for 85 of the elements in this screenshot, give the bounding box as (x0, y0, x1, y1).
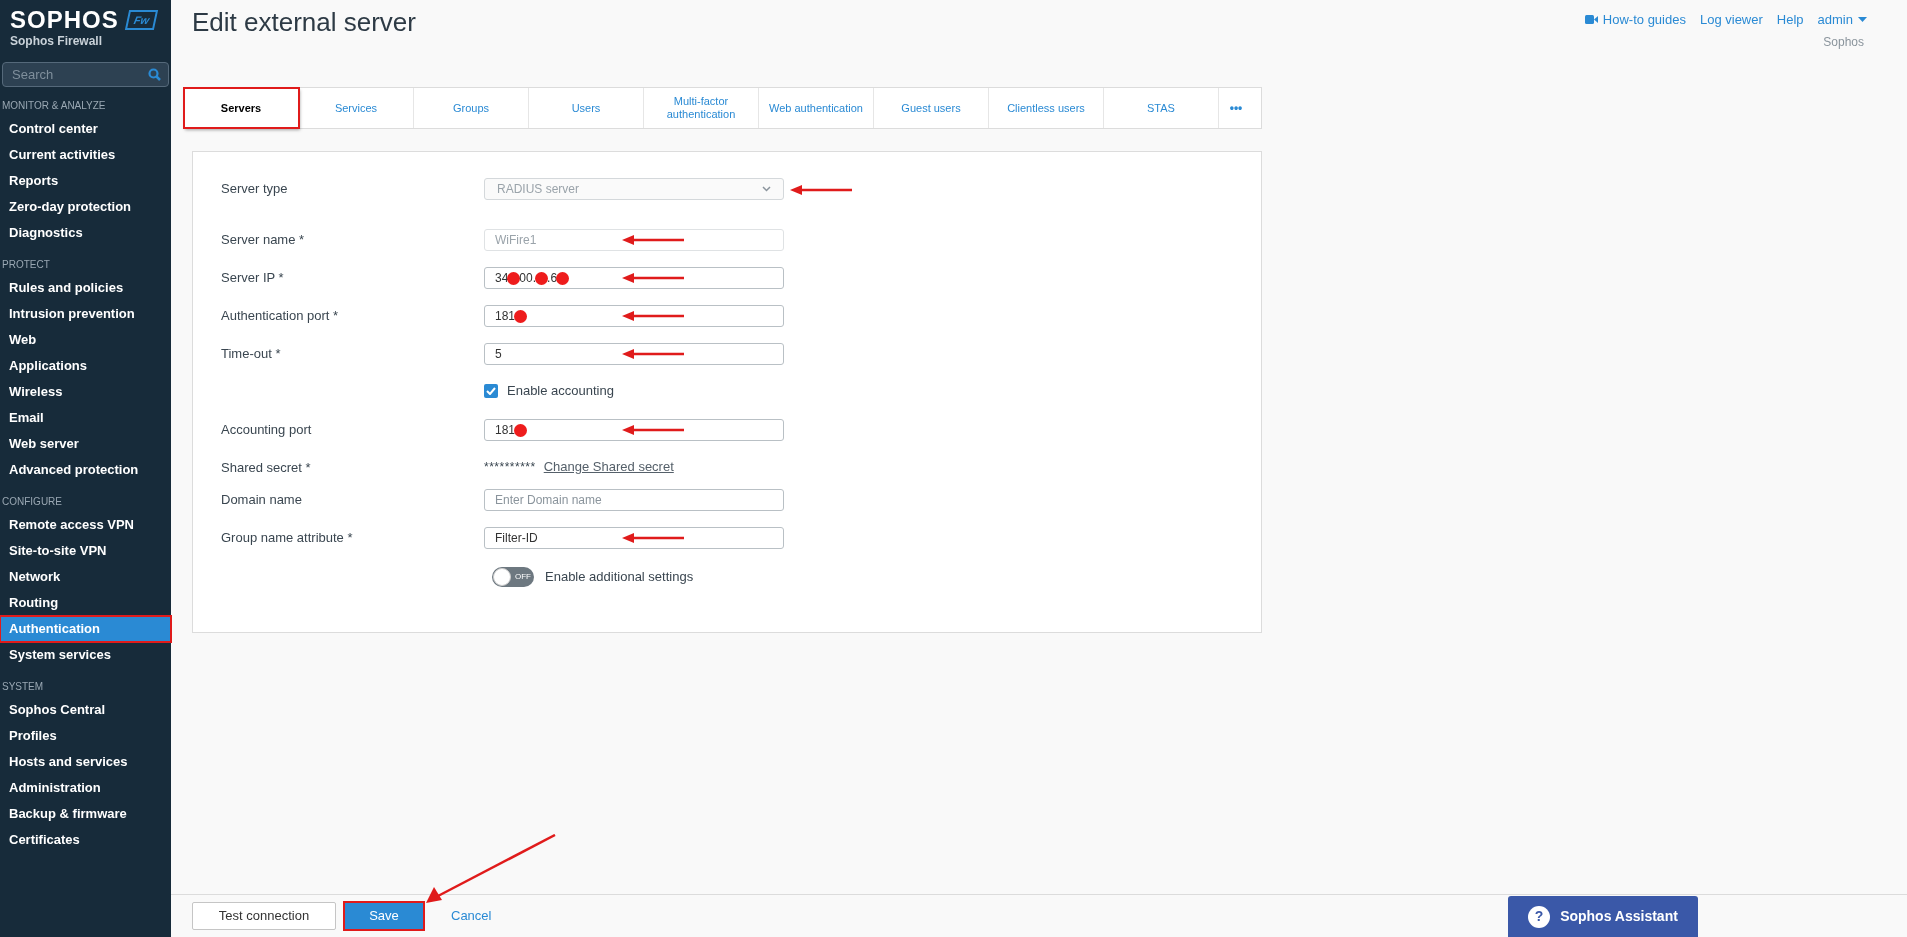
tab[interactable]: Clientless users (989, 88, 1104, 128)
field-label: Authentication port * (221, 308, 339, 323)
input-field[interactable]: 181 (484, 305, 784, 327)
tab[interactable]: Groups (414, 88, 529, 128)
caret-icon (1858, 17, 1867, 23)
product-name: Sophos Firewall (10, 34, 103, 48)
save-button[interactable]: Save (343, 901, 425, 931)
nav-item[interactable]: Zero-day protection (0, 194, 171, 220)
brand-logo: SOPHOS (10, 6, 119, 34)
nav-item[interactable]: Authentication (0, 616, 171, 642)
nav-item[interactable]: Web (0, 327, 171, 353)
tab[interactable]: Users (529, 88, 644, 128)
field-label: Domain name (221, 492, 302, 507)
toggle-switch[interactable]: OFF (492, 567, 534, 587)
header-link[interactable]: Log viewer (1699, 10, 1763, 30)
nav-item[interactable]: Administration (0, 775, 171, 801)
toggle-label: Enable additional settings (545, 568, 694, 587)
input-field[interactable]: 5 (484, 343, 784, 365)
page-title: Edit external server (192, 6, 416, 39)
nav-item[interactable]: Current activities (0, 142, 171, 168)
nav-item[interactable]: Routing (0, 590, 171, 616)
more-tabs-button[interactable]: ••• (1219, 88, 1253, 128)
header-link[interactable]: How-to guides (1584, 10, 1686, 30)
nav-item[interactable]: Hosts and services (0, 749, 171, 775)
nav-item[interactable]: Intrusion prevention (0, 301, 171, 327)
input-field[interactable]: 34 00. .6 (484, 267, 784, 289)
input-placeholder: Enter Domain name (495, 492, 602, 509)
nav-item[interactable]: Backup & firmware (0, 801, 171, 827)
help-bubble-icon: ? (1528, 905, 1551, 928)
nav-item[interactable]: Sophos Central (0, 697, 171, 723)
nav-item[interactable]: Remote access VPN (0, 512, 171, 538)
product-badge: Fw (124, 10, 159, 30)
sophos-assistant-button[interactable]: ? Sophos Assistant (1508, 896, 1698, 937)
field-label: Time-out * (221, 346, 281, 361)
nav-item[interactable]: Applications (0, 353, 171, 379)
cancel-link[interactable]: Cancel (451, 906, 492, 926)
field-label: Server name * (221, 232, 305, 247)
input-value: 34 00. .6 (495, 269, 569, 287)
checkbox[interactable] (484, 383, 498, 398)
header-link[interactable]: Help (1776, 10, 1804, 30)
input-value: Filter-ID (495, 530, 538, 547)
test-connection-button[interactable]: Test connection (192, 902, 336, 930)
nav-item[interactable]: Control center (0, 116, 171, 142)
secret-mask: ********** (484, 458, 536, 476)
nav-heading: MONITOR & ANALYZE (1, 99, 107, 113)
nav-item[interactable]: Network (0, 564, 171, 590)
field-label: Server IP * (221, 270, 284, 285)
chevron-down-icon (762, 186, 771, 192)
nav-item[interactable]: Site-to-site VPN (0, 538, 171, 564)
nav-heading: SYSTEM (1, 680, 45, 694)
field-label: Shared secret * (221, 460, 311, 475)
nav-item[interactable]: Profiles (0, 723, 171, 749)
nav-item[interactable]: Email (0, 405, 171, 431)
nav-heading: CONFIGURE (1, 495, 63, 509)
video-camera-icon (1584, 15, 1598, 25)
search-field[interactable]: Search (2, 62, 169, 87)
nav-item[interactable]: Rules and policies (0, 275, 171, 301)
field-label: Server type (221, 181, 288, 196)
field-label: Accounting port (221, 422, 312, 437)
search-icon[interactable] (148, 68, 161, 81)
header-link[interactable]: admin (1817, 10, 1867, 30)
nav-item[interactable]: Diagnostics (0, 220, 171, 246)
nav-item[interactable]: Wireless (0, 379, 171, 405)
input-field[interactable]: 181 (484, 419, 784, 441)
nav-heading: PROTECT (1, 258, 51, 272)
nav-item[interactable]: Web server (0, 431, 171, 457)
account-name: Sophos (1823, 33, 1864, 51)
tab[interactable]: Servers (184, 88, 299, 128)
nav-item[interactable]: System services (0, 642, 171, 668)
input-field[interactable]: Filter-ID (484, 527, 784, 549)
nav-item[interactable]: Certificates (0, 827, 171, 853)
tab[interactable]: Web authentication (759, 88, 874, 128)
input-value: 5 (495, 346, 502, 363)
checkbox-label: Enable accounting (507, 382, 614, 400)
nav-item[interactable]: Reports (0, 168, 171, 194)
tab[interactable]: Services (299, 88, 414, 128)
input-value: WiFire1 (495, 232, 537, 249)
input-value: 181 (495, 421, 527, 439)
field-label: Group name attribute * (221, 530, 353, 545)
change-secret-link[interactable]: Change Shared secret (543, 457, 674, 477)
tab[interactable]: Multi-factor authentication (644, 88, 759, 128)
input-value: 181 (495, 307, 527, 325)
tab[interactable]: STAS (1104, 88, 1219, 128)
nav-item[interactable]: Advanced protection (0, 457, 171, 483)
tab[interactable]: Guest users (874, 88, 989, 128)
